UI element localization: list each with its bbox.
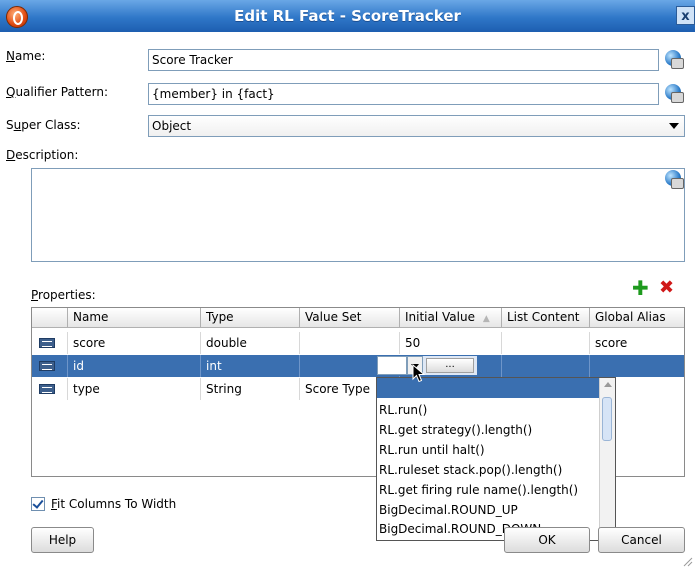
fit-columns-label[interactable]: Fit Columns To Width: [51, 497, 176, 511]
cell-value-set[interactable]: [300, 332, 400, 354]
cell-name[interactable]: id: [68, 355, 201, 377]
cell-global-alias[interactable]: [590, 355, 684, 377]
dropdown-item-empty-selected[interactable]: [377, 378, 600, 398]
ellipsis-button[interactable]: ...: [426, 358, 474, 373]
cell-type[interactable]: int: [201, 355, 300, 377]
description-label: Description:: [6, 148, 79, 162]
superclass-value: Object: [152, 119, 192, 133]
translate-icon[interactable]: [665, 84, 684, 103]
dropdown-item[interactable]: RL.run(): [379, 401, 427, 420]
qualifier-field[interactable]: {member} in {fact}: [148, 83, 659, 105]
cancel-button[interactable]: Cancel: [598, 527, 685, 553]
scroll-up-icon[interactable]: [604, 382, 612, 387]
cell-list-content[interactable]: [502, 332, 590, 354]
dropdown-item[interactable]: BigDecimal.ROUND_UP: [379, 501, 518, 520]
delete-property-button[interactable]: ✖: [659, 278, 674, 298]
name-field[interactable]: Score Tracker: [148, 49, 659, 71]
cell-initial-value[interactable]: 50: [400, 332, 502, 354]
column-header-list-content[interactable]: List Content: [502, 308, 590, 328]
close-button[interactable]: x: [676, 6, 695, 25]
initial-value-input[interactable]: [377, 356, 407, 375]
help-button[interactable]: Help: [31, 527, 94, 553]
column-header-icon: [32, 308, 68, 328]
qualifier-label: Qualifier Pattern:: [6, 85, 108, 99]
dropdown-item[interactable]: RL.get firing rule name().length(): [379, 481, 578, 500]
title-bar: Edit RL Fact - ScoreTracker x: [0, 0, 695, 32]
ok-button[interactable]: OK: [504, 527, 590, 553]
initial-value-dropdown-list[interactable]: RL.run() RL.get strategy().length() RL.r…: [376, 377, 616, 541]
column-header-global-alias[interactable]: Global Alias: [590, 308, 684, 328]
chevron-down-icon: [669, 123, 679, 129]
description-field[interactable]: [31, 168, 685, 262]
dropdown-item[interactable]: RL.run until halt(): [379, 441, 485, 460]
cell-list-content[interactable]: [502, 355, 590, 377]
superclass-combo[interactable]: Object: [148, 115, 685, 137]
scroll-thumb[interactable]: [602, 397, 612, 441]
table-row[interactable]: score double 50 score: [32, 332, 684, 354]
column-header-value-set[interactable]: Value Set: [300, 308, 400, 328]
name-label: Name:: [6, 49, 46, 63]
column-header-type[interactable]: Type: [201, 308, 300, 328]
initial-value-header-label: Initial Value: [405, 310, 475, 324]
resize-grip-icon[interactable]: [683, 557, 693, 567]
column-header-name[interactable]: Name: [68, 308, 201, 328]
cell-name[interactable]: score: [68, 332, 201, 354]
cell-global-alias[interactable]: score: [590, 332, 684, 354]
field-icon: [39, 338, 55, 348]
cell-type[interactable]: double: [201, 332, 300, 354]
column-header-initial-value[interactable]: Initial Value ▲: [400, 308, 502, 328]
sort-ascending-icon: ▲: [482, 314, 490, 324]
translate-icon[interactable]: [665, 170, 684, 189]
window-title: Edit RL Fact - ScoreTracker: [234, 7, 461, 25]
cell-name[interactable]: type: [68, 378, 201, 400]
dropdown-item[interactable]: RL.get strategy().length(): [379, 421, 532, 440]
table-row-selected[interactable]: id int: [32, 355, 684, 377]
add-property-button[interactable]: ✚: [632, 278, 649, 298]
superclass-label: Super Class:: [6, 118, 81, 132]
translate-icon[interactable]: [665, 50, 684, 69]
properties-label: Properties:: [31, 288, 96, 302]
mouse-cursor-icon: [412, 364, 426, 383]
cell-type[interactable]: String: [201, 378, 300, 400]
field-icon: [39, 384, 55, 394]
fit-columns-checkbox[interactable]: [31, 497, 45, 511]
dropdown-scrollbar[interactable]: [599, 378, 615, 540]
field-icon: [39, 361, 55, 371]
dropdown-item[interactable]: RL.ruleset stack.pop().length(): [379, 461, 562, 480]
